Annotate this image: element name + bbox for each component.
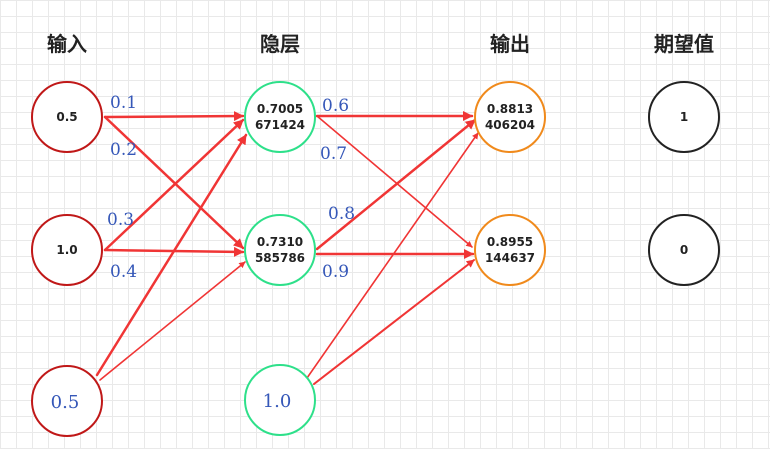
header-hidden: 隐层 [260,32,300,56]
svg-text:0: 0 [680,243,688,257]
svg-text:406204: 406204 [485,118,535,132]
svg-text:1.0: 1.0 [56,243,77,257]
edge-input1-hidden1 [103,111,245,122]
neural-network-diagram: 输入 隐层 输出 期望值 0.1 0.2 0.3 0.4 0.6 0.7 0.8… [31,32,720,437]
header-expected: 期望值 [654,32,714,56]
hidden-node-2: 0.7310 585786 [244,214,316,286]
edge-bias-hidden1 [95,133,248,377]
svg-text:1: 1 [680,110,688,124]
svg-text:144637: 144637 [485,251,535,265]
output-node-2: 0.8955 144637 [474,214,546,286]
svg-text:1.0: 1.0 [263,391,292,412]
weight-label-w5: 0.6 [322,96,349,116]
weight-label-w3: 0.3 [107,210,134,230]
svg-text:585786: 585786 [255,251,305,265]
expected-node-1: 1 [648,81,720,153]
svg-text:0.7310: 0.7310 [257,235,303,249]
weight-label-w7: 0.8 [328,204,355,224]
header-output: 输出 [490,32,530,56]
weight-label-w4: 0.4 [110,262,137,282]
svg-text:671424: 671424 [255,118,305,132]
input-bias-node: 0.5 [31,365,103,437]
expected-node-2: 0 [648,214,720,286]
svg-text:0.5: 0.5 [56,110,77,124]
edge-hiddenbias-output1 [306,132,479,379]
hidden-node-1: 0.7005 671424 [244,81,316,153]
weight-label-w2: 0.2 [110,140,137,160]
input-node-1: 0.5 [31,81,103,153]
input-node-2: 1.0 [31,214,103,286]
edge-hidden1-output2 [316,115,473,248]
header-input: 输入 [47,32,87,56]
hidden-bias-node: 1.0 [244,364,316,436]
weight-label-w8: 0.9 [322,262,349,282]
output-node-1: 0.8813 406204 [474,81,546,153]
weight-label-w6: 0.7 [320,144,347,164]
svg-text:0.8955: 0.8955 [487,235,533,249]
svg-text:0.7005: 0.7005 [257,102,303,116]
svg-text:0.5: 0.5 [51,392,80,413]
svg-text:0.8813: 0.8813 [487,102,533,116]
weight-label-w1: 0.1 [110,93,137,113]
